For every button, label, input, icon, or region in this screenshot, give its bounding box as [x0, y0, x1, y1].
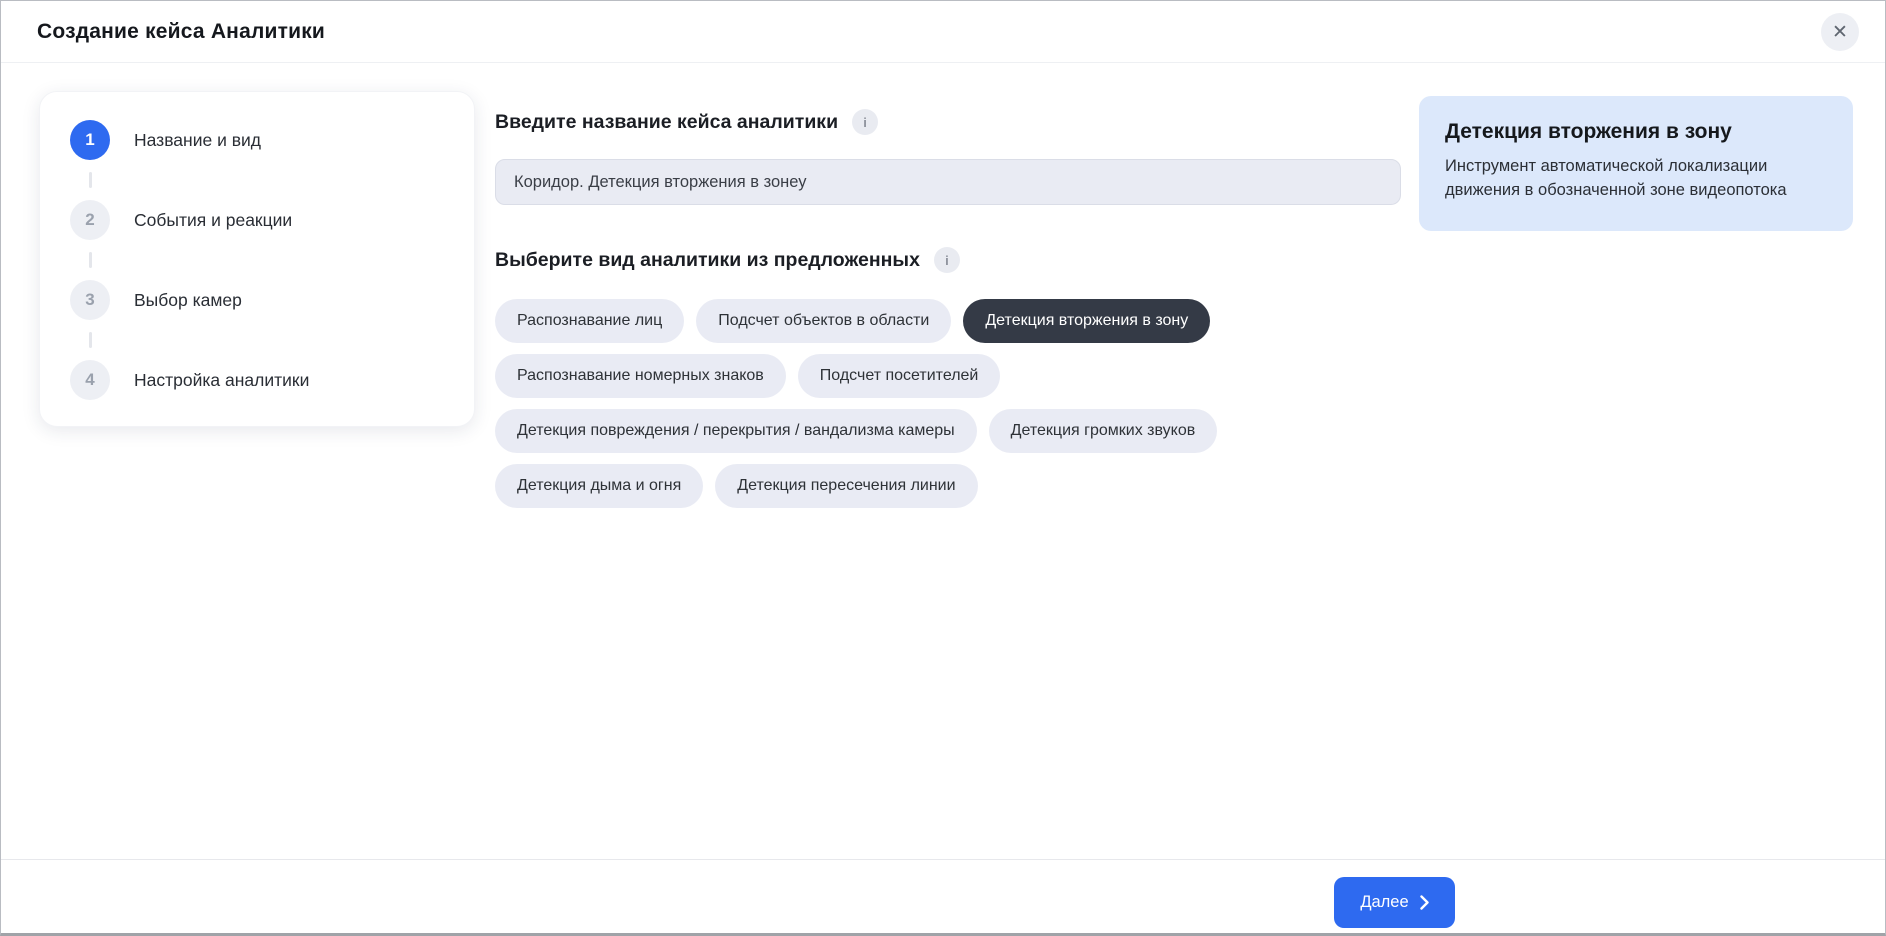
close-icon: ✕	[1832, 23, 1848, 42]
chevron-right-icon	[1420, 895, 1429, 910]
info-icon[interactable]: i	[852, 109, 878, 135]
stepper-card: 1 Название и вид 2 События и реакции 3 В…	[39, 91, 475, 427]
step-item-name-and-type[interactable]: 1 Название и вид	[70, 120, 444, 160]
chip-loud-sound-detection[interactable]: Детекция громких звуков	[989, 409, 1218, 453]
info-panel-description: Инструмент автоматической локализации дв…	[1445, 155, 1825, 203]
case-name-input[interactable]	[495, 159, 1401, 205]
step-connector	[89, 172, 92, 188]
chip-object-counting-area[interactable]: Подсчет объектов в области	[696, 299, 951, 343]
next-button[interactable]: Далее	[1334, 877, 1455, 928]
step-label: Название и вид	[134, 130, 261, 151]
step-item-events-and-reactions[interactable]: 2 События и реакции	[70, 200, 444, 240]
chip-license-plate-recognition[interactable]: Распознавание номерных знаков	[495, 354, 786, 398]
step-number-badge: 4	[70, 360, 110, 400]
close-button[interactable]: ✕	[1821, 13, 1859, 51]
step-connector	[89, 252, 92, 268]
page-title: Создание кейса Аналитики	[37, 20, 325, 44]
footer-divider	[1, 859, 1885, 860]
case-name-section-title: Введите название кейса аналитики	[495, 111, 838, 134]
modal-header: Создание кейса Аналитики	[1, 1, 1885, 63]
step-label: Настройка аналитики	[134, 370, 309, 391]
step-connector	[89, 332, 92, 348]
next-button-label: Далее	[1360, 893, 1408, 912]
info-icon[interactable]: i	[934, 247, 960, 273]
info-panel-title: Детекция вторжения в зону	[1445, 120, 1827, 144]
step-label: Выбор камер	[134, 290, 242, 311]
chip-camera-tampering-detection[interactable]: Детекция повреждения / перекрытия / ванд…	[495, 409, 977, 453]
chip-face-recognition[interactable]: Распознавание лиц	[495, 299, 684, 343]
chip-line-crossing-detection[interactable]: Детекция пересечения линии	[715, 464, 977, 508]
chip-smoke-fire-detection[interactable]: Детекция дыма и огня	[495, 464, 703, 508]
step-number-badge: 3	[70, 280, 110, 320]
step-label: События и реакции	[134, 210, 292, 231]
analytics-type-section-title: Выберите вид аналитики из предложенных	[495, 249, 920, 272]
chip-visitor-counting[interactable]: Подсчет посетителей	[798, 354, 1001, 398]
step-item-analytics-settings[interactable]: 4 Настройка аналитики	[70, 360, 444, 400]
analytics-type-chips: Распознавание лиц Подсчет объектов в обл…	[495, 299, 1401, 508]
analytics-info-panel: Детекция вторжения в зону Инструмент авт…	[1419, 96, 1853, 231]
main-form: Введите название кейса аналитики i Выбер…	[495, 109, 1401, 508]
step-number-badge: 1	[70, 120, 110, 160]
step-number-badge: 2	[70, 200, 110, 240]
chip-zone-intrusion-detection[interactable]: Детекция вторжения в зону	[963, 299, 1210, 343]
step-item-camera-selection[interactable]: 3 Выбор камер	[70, 280, 444, 320]
